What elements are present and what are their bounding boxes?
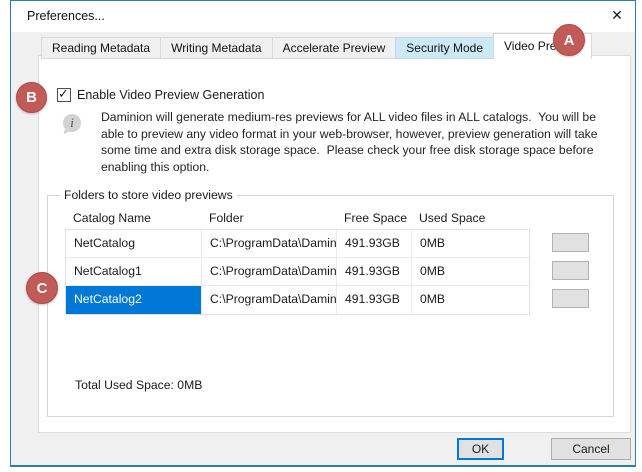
checkmark-icon: ✓ [58, 87, 69, 102]
cell-free: 491.93GB [337, 230, 412, 257]
table-body: NetCatalogC:\ProgramData\Damini...491.93… [65, 229, 530, 315]
tab-writing-metadata[interactable]: Writing Metadata [160, 37, 273, 59]
catalog-table: Catalog Name Folder Free Space Used Spac… [65, 208, 530, 315]
annotation-circle-a: A [553, 24, 585, 56]
cell-folder: C:\ProgramData\Damini... [202, 286, 337, 314]
cell-catalog: NetCatalog [66, 230, 202, 257]
column-header-catalog-name: Catalog Name [65, 208, 201, 229]
column-header-used-space: Used Space [411, 208, 528, 229]
tab-accelerate-preview[interactable]: Accelerate Preview [272, 37, 397, 59]
folders-groupbox: Folders to store video previews Catalog … [47, 195, 614, 417]
info-line: Daminion will generate medium-res previe… [101, 109, 598, 126]
cell-folder: C:\ProgramData\Damini... [202, 230, 337, 257]
title-bar: Preferences... ✕ [11, 1, 635, 32]
video-preview-panel: ✓ Enable Video Preview Generation i Dami… [38, 55, 631, 433]
cell-used: 0MB [412, 286, 529, 314]
browse-folder-button[interactable] [552, 261, 589, 280]
preferences-dialog: Preferences... ✕ Reading Metadata Writin… [10, 0, 636, 467]
cell-catalog: NetCatalog2 [66, 286, 202, 314]
info-line: enabling this option. [101, 159, 598, 176]
table-row[interactable]: NetCatalog2C:\ProgramData\Damini...491.9… [66, 286, 529, 314]
column-header-folder: Folder [201, 208, 336, 229]
browse-folder-button[interactable] [552, 233, 589, 252]
cell-free: 491.93GB [337, 286, 412, 314]
cell-free: 491.93GB [337, 258, 412, 285]
info-line: some time and extra disk storage space. … [101, 142, 598, 159]
cancel-button[interactable]: Cancel [551, 438, 631, 460]
total-used-space-label: Total Used Space: 0MB [75, 378, 202, 392]
table-row[interactable]: NetCatalogC:\ProgramData\Damini...491.93… [66, 230, 529, 258]
enable-video-preview-checkbox[interactable]: ✓ [57, 88, 71, 102]
cell-used: 0MB [412, 258, 529, 285]
tab-strip: Reading Metadata Writing Metadata Accele… [41, 33, 591, 59]
enable-video-preview-label: Enable Video Preview Generation [77, 88, 264, 103]
info-paragraph: Daminion will generate medium-res previe… [101, 109, 598, 175]
groupbox-title: Folders to store video previews [60, 188, 237, 203]
cell-catalog: NetCatalog1 [66, 258, 202, 285]
window-title: Preferences... [27, 1, 105, 32]
info-icon: i [63, 114, 81, 132]
column-header-free-space: Free Space [336, 208, 411, 229]
info-line: able to preview any video format in your… [101, 126, 598, 143]
table-header: Catalog Name Folder Free Space Used Spac… [65, 208, 530, 229]
cell-folder: C:\ProgramData\Damini... [202, 258, 337, 285]
table-row[interactable]: NetCatalog1C:\ProgramData\Damini...491.9… [66, 258, 529, 286]
browse-folder-button[interactable] [552, 289, 589, 308]
tab-reading-metadata[interactable]: Reading Metadata [41, 37, 161, 59]
close-icon[interactable]: ✕ [603, 4, 631, 28]
annotation-circle-c: C [26, 272, 58, 304]
annotation-circle-b: B [16, 82, 47, 113]
cell-used: 0MB [412, 230, 529, 257]
tab-security-mode[interactable]: Security Mode [395, 37, 494, 59]
ok-button[interactable]: OK [457, 438, 504, 460]
